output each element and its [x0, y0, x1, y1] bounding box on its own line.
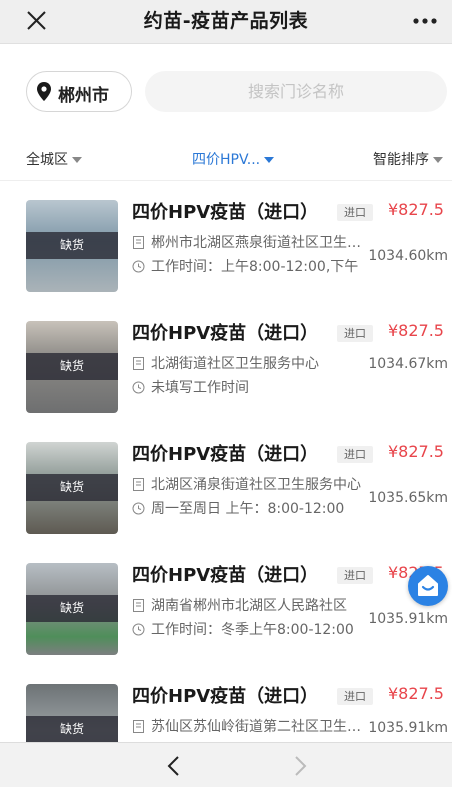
chevron-right-icon[interactable] — [288, 753, 312, 779]
clinic-hours: 工作时间：冬季上午8:00-12:00 — [132, 619, 354, 639]
stock-status: 缺货 — [59, 601, 84, 615]
customer-service-icon — [418, 575, 438, 596]
vaccine-filter-label: 四价HPV... — [192, 152, 261, 168]
clinic-photo: 缺货 — [26, 563, 118, 655]
address-text: 北湖街道社区卫生服务中心 — [151, 356, 319, 372]
area-filter[interactable]: 全城区 — [26, 149, 82, 169]
clinic-photo: 缺货 — [26, 200, 118, 292]
search-input[interactable] — [145, 71, 447, 112]
hours-text: 工作时间：上午8:00-12:00,下午 — [151, 259, 359, 275]
building-icon — [133, 720, 144, 733]
price: ¥827.5 — [388, 321, 444, 340]
stock-status: 缺货 — [59, 238, 84, 252]
clock-icon — [132, 260, 145, 273]
clock-icon — [132, 381, 145, 394]
dropdown-triangle-icon — [264, 157, 275, 163]
import-tag: 进口 — [337, 204, 373, 221]
clinic-address: 苏仙区苏仙岭街道第二社区卫生服务站 — [132, 716, 365, 736]
location-pin-icon — [37, 82, 51, 101]
distance: 1034.67km — [368, 356, 448, 372]
hours-text: 周一至周日 上午：8:00-12:00 — [151, 501, 345, 517]
distance: 1035.91km — [368, 611, 448, 627]
clinic-item[interactable]: 缺货 四价HPV疫苗（进口） 进口 ¥827.5 湖南省郴州市北湖区人民路社区 … — [0, 545, 452, 666]
sort-filter[interactable]: 智能排序 — [373, 149, 443, 169]
clinic-photo: 缺货 — [26, 684, 118, 742]
vaccine-name: 四价HPV疫苗（进口） — [132, 686, 319, 707]
dropdown-triangle-icon — [72, 157, 82, 163]
clinic-item[interactable]: 缺货 四价HPV疫苗（进口） 进口 ¥827.5 北湖街道社区卫生服务中心 未填… — [0, 303, 452, 424]
top-bar: 约苗-疫苗产品列表 — [0, 0, 452, 44]
clinic-photo: 缺货 — [26, 321, 118, 413]
hours-text: 工作时间：冬季上午8:00-12:00 — [151, 622, 354, 638]
search-bar: 郴州市 — [0, 45, 452, 137]
city-selector[interactable]: 郴州市 — [26, 71, 132, 112]
clinic-hours: 未填写工作时间 — [132, 377, 249, 397]
vaccine-name: 四价HPV疫苗（进口） — [132, 565, 319, 586]
clinic-hours: 周一至周日 上午：8:00-12:00 — [132, 498, 344, 518]
address-text: 北湖区涌泉街道社区卫生服务中心 — [151, 477, 361, 493]
distance: 1034.60km — [368, 248, 448, 264]
page-title: 约苗-疫苗产品列表 — [143, 10, 309, 32]
vaccine-name: 四价HPV疫苗（进口） — [132, 202, 319, 223]
area-filter-label: 全城区 — [26, 152, 68, 168]
customer-service-button[interactable] — [408, 566, 448, 606]
vaccine-name: 四价HPV疫苗（进口） — [132, 444, 319, 465]
search-field[interactable] — [145, 71, 447, 112]
address-text: 苏仙区苏仙岭街道第二社区卫生服务站 — [151, 719, 365, 735]
distance: 1035.91km — [368, 720, 448, 736]
building-icon — [133, 357, 144, 370]
clinic-hours: 工作时间：上午8:00-12:00,下午 — [132, 256, 358, 276]
sort-filter-label: 智能排序 — [373, 152, 429, 168]
vaccine-filter[interactable]: 四价HPV... — [192, 149, 275, 169]
price: ¥827.5 — [388, 200, 444, 219]
clock-icon — [132, 623, 145, 636]
clinic-address: 北湖街道社区卫生服务中心 — [132, 353, 319, 373]
browser-nav-bar — [0, 742, 452, 787]
price: ¥827.5 — [388, 684, 444, 703]
filter-bar: 全城区 四价HPV... 智能排序 — [0, 137, 452, 181]
import-tag: 进口 — [337, 688, 373, 705]
hours-text: 未填写工作时间 — [151, 380, 249, 396]
clinic-item[interactable]: 缺货 四价HPV疫苗（进口） 进口 ¥827.5 郴州市北湖区燕泉街道社区卫生服… — [0, 182, 452, 303]
import-tag: 进口 — [337, 446, 373, 463]
import-tag: 进口 — [337, 325, 373, 342]
clinic-photo: 缺货 — [26, 442, 118, 534]
address-text: 湖南省郴州市北湖区人民路社区 — [151, 598, 347, 614]
clinic-list: 缺货 四价HPV疫苗（进口） 进口 ¥827.5 郴州市北湖区燕泉街道社区卫生服… — [0, 182, 452, 742]
stock-status: 缺货 — [59, 722, 84, 736]
import-tag: 进口 — [337, 567, 373, 584]
clinic-item[interactable]: 缺货 四价HPV疫苗（进口） 进口 ¥827.5 北湖区涌泉街道社区卫生服务中心… — [0, 424, 452, 545]
price: ¥827.5 — [388, 442, 444, 461]
clock-icon — [132, 502, 145, 515]
building-icon — [133, 599, 144, 612]
distance: 1035.65km — [368, 490, 448, 506]
dropdown-triangle-icon — [433, 157, 443, 163]
chevron-left-icon[interactable] — [162, 753, 186, 779]
clinic-address: 郴州市北湖区燕泉街道社区卫生服务中心 — [132, 232, 365, 252]
more-icon[interactable] — [410, 6, 440, 36]
building-icon — [133, 478, 144, 491]
clinic-address: 北湖区涌泉街道社区卫生服务中心 — [132, 474, 361, 494]
clinic-item[interactable]: 缺货 四价HPV疫苗（进口） 进口 ¥827.5 苏仙区苏仙岭街道第二社区卫生服… — [0, 666, 452, 742]
stock-status: 缺货 — [59, 359, 84, 373]
clinic-address: 湖南省郴州市北湖区人民路社区 — [132, 595, 347, 615]
vaccine-name: 四价HPV疫苗（进口） — [132, 323, 319, 344]
address-text: 郴州市北湖区燕泉街道社区卫生服务中心 — [151, 235, 365, 251]
stock-status: 缺货 — [59, 480, 84, 494]
building-icon — [133, 236, 144, 249]
